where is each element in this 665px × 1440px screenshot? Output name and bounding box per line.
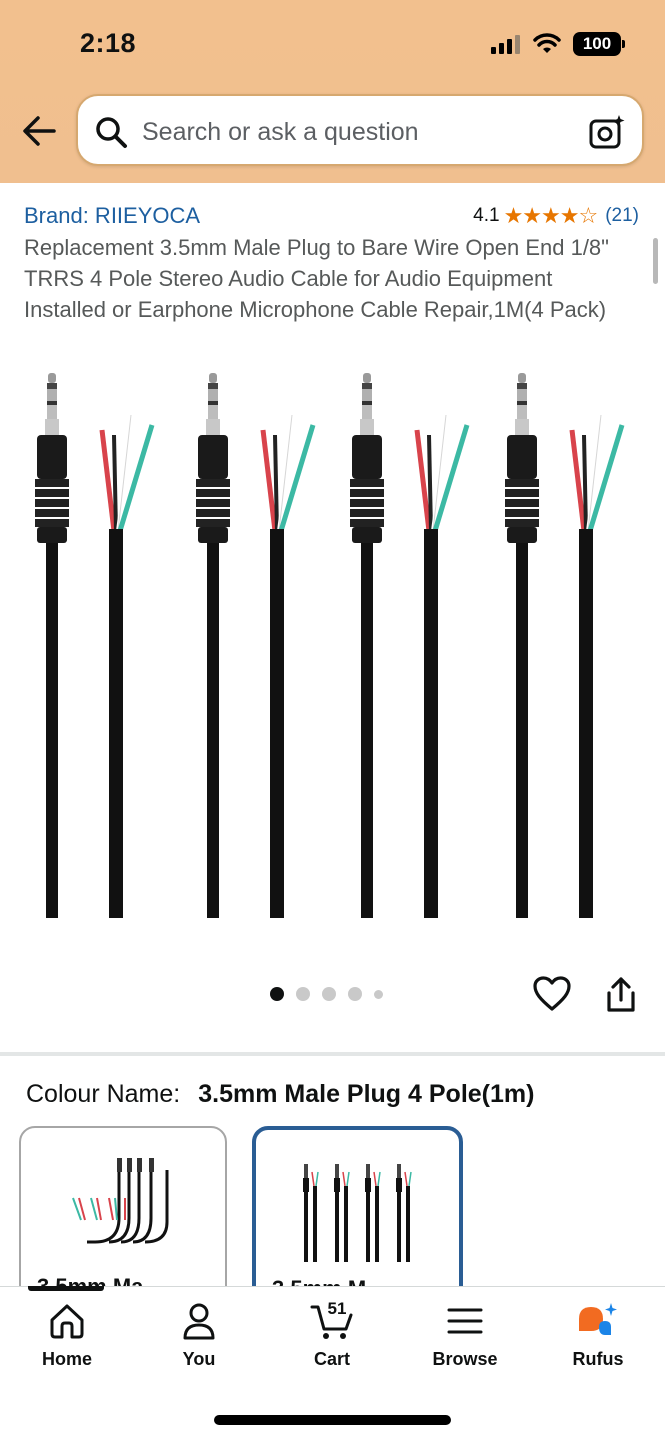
pagination-dot[interactable] bbox=[348, 987, 362, 1001]
search-input[interactable]: Search or ask a question bbox=[142, 118, 419, 147]
scroll-indicator bbox=[653, 238, 658, 284]
camera-search-icon[interactable] bbox=[588, 113, 626, 151]
tab-label: Browse bbox=[432, 1349, 498, 1369]
signal-icon bbox=[491, 35, 520, 54]
tab-rufus[interactable]: Rufus bbox=[543, 1301, 653, 1370]
tab-you[interactable]: You bbox=[144, 1301, 254, 1370]
tab-home[interactable]: Home bbox=[12, 1301, 122, 1370]
status-time: 2:18 bbox=[80, 28, 137, 58]
home-indicator bbox=[214, 1415, 451, 1425]
tab-label: You bbox=[182, 1349, 216, 1369]
pagination-dot[interactable] bbox=[270, 987, 284, 1001]
wifi-icon bbox=[533, 33, 561, 53]
tab-label: Home bbox=[41, 1349, 92, 1369]
person-icon bbox=[183, 1303, 215, 1340]
pagination-dot[interactable] bbox=[322, 987, 336, 1001]
image-pagination[interactable] bbox=[270, 987, 383, 1001]
variant-thumbnail bbox=[72, 1158, 169, 1244]
variant-label: Colour Name: bbox=[26, 1080, 181, 1108]
tab-browse[interactable]: Browse bbox=[410, 1301, 520, 1370]
brand-link[interactable]: Brand: RIIEYOCA bbox=[24, 203, 200, 229]
variant-thumbnail bbox=[303, 1163, 412, 1263]
battery-level: 100 bbox=[582, 34, 612, 53]
rating-summary[interactable]: 4.1 ★★★★☆ (21) bbox=[473, 203, 639, 229]
section-divider bbox=[0, 1052, 665, 1056]
star-rating: ★★★★☆ bbox=[503, 203, 599, 228]
product-title: Replacement 3.5mm Male Plug to Bare Wire… bbox=[24, 235, 609, 322]
rating-value: 4.1 bbox=[473, 205, 500, 226]
back-arrow-icon[interactable] bbox=[20, 112, 58, 150]
variant-selector-header: Colour Name: 3.5mm Male Plug 4 Pole(1m) bbox=[26, 1080, 534, 1109]
heart-icon[interactable] bbox=[532, 975, 572, 1013]
search-bar[interactable]: Search or ask a question bbox=[76, 94, 644, 166]
menu-icon bbox=[447, 1308, 483, 1334]
tab-label: Rufus bbox=[572, 1349, 624, 1369]
pagination-dot[interactable] bbox=[296, 987, 310, 1001]
cable-pair bbox=[35, 373, 155, 918]
tab-label: Cart bbox=[313, 1349, 350, 1369]
share-icon[interactable] bbox=[604, 976, 638, 1014]
rating-count-link[interactable]: (21) bbox=[605, 205, 639, 227]
product-image[interactable] bbox=[0, 365, 665, 925]
rufus-icon bbox=[579, 1303, 617, 1335]
home-icon bbox=[50, 1304, 84, 1339]
search-icon bbox=[96, 117, 127, 148]
pagination-dot[interactable] bbox=[374, 989, 383, 999]
active-tab-indicator bbox=[28, 1286, 104, 1291]
battery-icon: 100 bbox=[573, 32, 625, 56]
variant-selected-value: 3.5mm Male Plug 4 Pole(1m) bbox=[198, 1080, 535, 1108]
status-icons: 100 bbox=[491, 32, 625, 56]
tab-cart[interactable]: 51 Cart bbox=[277, 1299, 387, 1370]
cart-count-badge: 51 bbox=[327, 1299, 347, 1318]
